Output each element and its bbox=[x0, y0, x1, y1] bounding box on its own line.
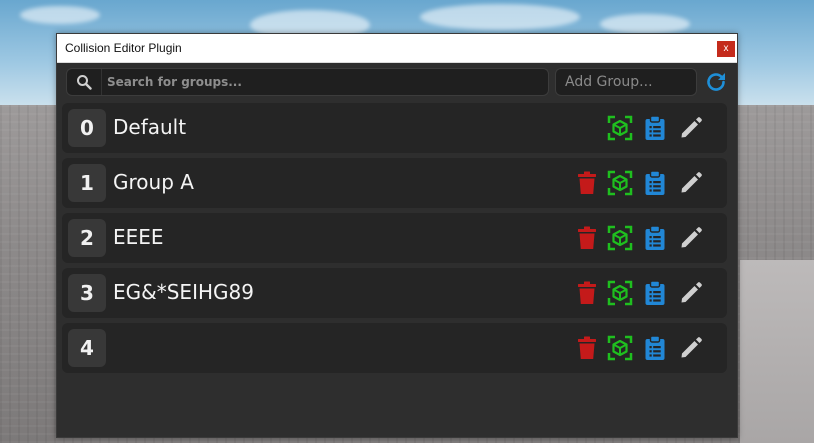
clipboard-icon[interactable] bbox=[642, 170, 668, 196]
group-name: Default bbox=[113, 115, 187, 139]
scene-part bbox=[740, 260, 814, 443]
group-row-0: 0 Default bbox=[62, 103, 727, 153]
group-name: EEEE bbox=[113, 225, 164, 249]
select-cube-icon[interactable] bbox=[607, 170, 633, 196]
add-group-box[interactable] bbox=[555, 68, 697, 96]
clipboard-icon[interactable] bbox=[642, 335, 668, 361]
group-index: 0 bbox=[68, 109, 106, 147]
trash-icon[interactable] bbox=[574, 170, 600, 196]
pencil-icon[interactable] bbox=[678, 280, 704, 306]
add-group-input[interactable] bbox=[565, 73, 689, 91]
window-titlebar[interactable]: Collision Editor Plugin x bbox=[57, 34, 737, 63]
clipboard-icon[interactable] bbox=[642, 115, 668, 141]
group-name: EG&*SEIHG89 bbox=[113, 280, 254, 304]
pencil-icon[interactable] bbox=[678, 115, 704, 141]
clipboard-icon[interactable] bbox=[642, 225, 668, 251]
close-button[interactable]: x bbox=[717, 41, 735, 57]
group-name: Group A bbox=[113, 170, 194, 194]
search-divider bbox=[101, 69, 102, 95]
pencil-icon[interactable] bbox=[678, 335, 704, 361]
select-cube-icon[interactable] bbox=[607, 280, 633, 306]
group-row-4: 4 bbox=[62, 323, 727, 373]
select-cube-icon[interactable] bbox=[607, 225, 633, 251]
pencil-icon[interactable] bbox=[678, 225, 704, 251]
trash-icon[interactable] bbox=[574, 335, 600, 361]
collision-editor-window: Collision Editor Plugin x 0 Default bbox=[56, 33, 738, 438]
group-search-box[interactable] bbox=[66, 68, 549, 96]
group-index: 4 bbox=[68, 329, 106, 367]
refresh-icon[interactable] bbox=[704, 70, 728, 94]
trash-icon[interactable] bbox=[574, 225, 600, 251]
group-row-3: 3 EG&*SEIHG89 bbox=[62, 268, 727, 318]
group-index: 2 bbox=[68, 219, 106, 257]
group-index: 3 bbox=[68, 274, 106, 312]
select-cube-icon[interactable] bbox=[607, 335, 633, 361]
group-row-1: 1 Group A bbox=[62, 158, 727, 208]
select-cube-icon[interactable] bbox=[607, 115, 633, 141]
group-row-2: 2 EEEE bbox=[62, 213, 727, 263]
group-index: 1 bbox=[68, 164, 106, 202]
pencil-icon[interactable] bbox=[678, 170, 704, 196]
search-icon bbox=[77, 75, 92, 90]
window-title: Collision Editor Plugin bbox=[65, 41, 182, 55]
clipboard-icon[interactable] bbox=[642, 280, 668, 306]
search-input[interactable] bbox=[107, 73, 537, 91]
trash-icon[interactable] bbox=[574, 280, 600, 306]
